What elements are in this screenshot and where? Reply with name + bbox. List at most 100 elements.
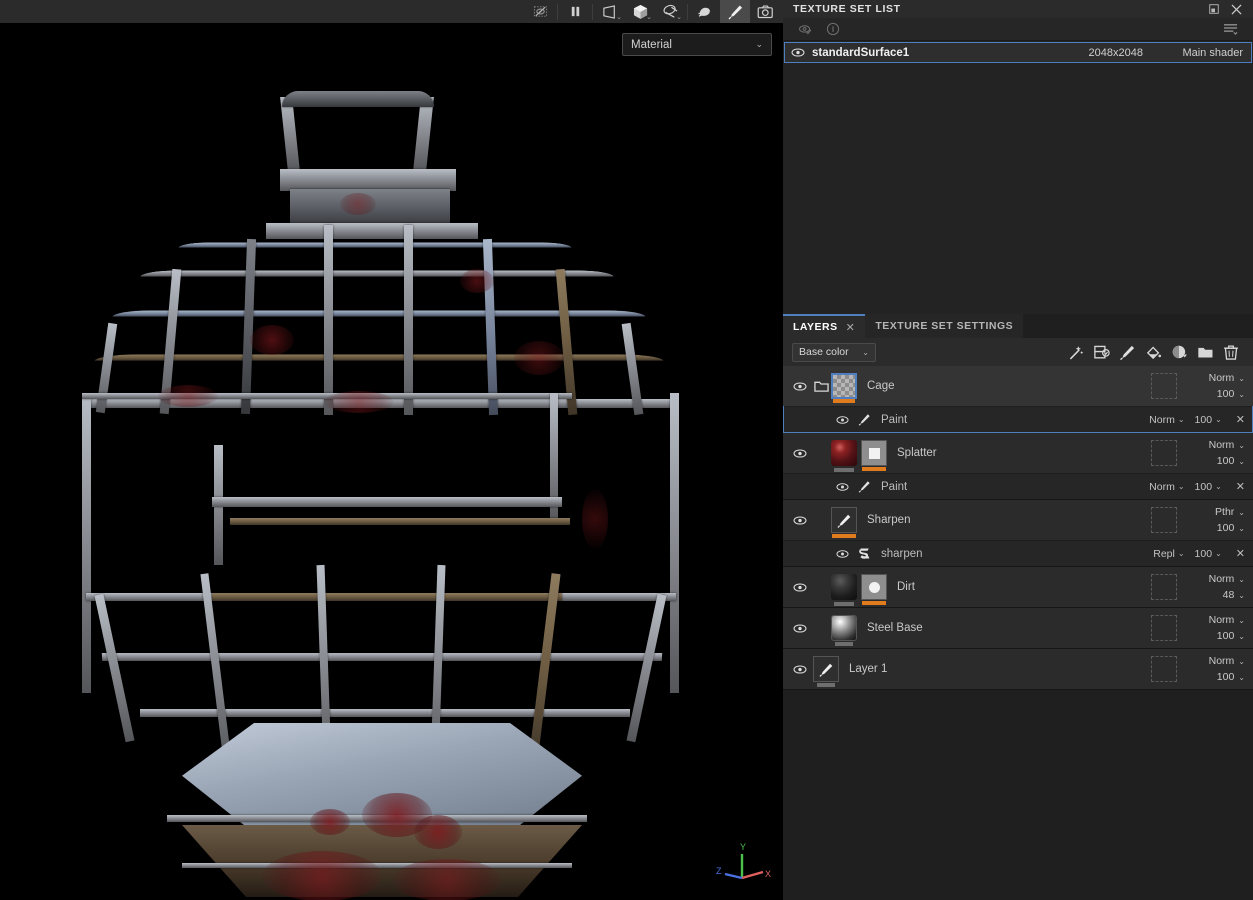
layer-name[interactable]: Cage: [861, 380, 1151, 392]
add-fill-layer-icon[interactable]: [1140, 339, 1166, 365]
effect-name[interactable]: Paint: [875, 414, 1139, 426]
mask-placeholder[interactable]: [1151, 656, 1177, 682]
blend-mode-dropdown[interactable]: Norm ⌄: [1209, 653, 1245, 669]
layer-thumbnail[interactable]: [831, 574, 857, 606]
view-mode-3d-icon[interactable]: ⌄: [625, 0, 655, 23]
opacity-dropdown[interactable]: 48 ⌄: [1223, 587, 1245, 603]
remove-effect-icon[interactable]: ✕: [1236, 480, 1245, 493]
effect-opacity-dropdown[interactable]: 100 ⌄: [1195, 548, 1222, 560]
layer-row-layer-1[interactable]: Layer 1 Norm ⌄ 100 ⌄: [783, 649, 1253, 689]
layer-thumbnail[interactable]: [831, 507, 857, 538]
visibility-eye-icon[interactable]: [789, 623, 811, 634]
visibility-eye-icon[interactable]: [791, 47, 809, 58]
effect-opacity-dropdown[interactable]: 100 ⌄: [1195, 481, 1222, 493]
toggle-uv-overlay-icon[interactable]: [525, 0, 555, 23]
screenshot-icon[interactable]: [750, 0, 780, 23]
blend-mode-dropdown[interactable]: Norm ⌄: [1209, 612, 1245, 628]
visibility-eye-icon[interactable]: [831, 549, 853, 559]
mask-placeholder[interactable]: [1151, 507, 1177, 533]
visibility-eye-icon[interactable]: [789, 515, 811, 526]
layer-thumbnail[interactable]: [831, 373, 857, 403]
opacity-dropdown[interactable]: 100 ⌄: [1217, 453, 1245, 469]
effect-name[interactable]: Paint: [875, 481, 1139, 493]
tab-texture-set-settings[interactable]: TEXTURE SET SETTINGS: [865, 314, 1024, 338]
tab-close-icon[interactable]: ✕: [846, 321, 856, 334]
layer-row-dirt[interactable]: Dirt Norm ⌄ 48 ⌄: [783, 567, 1253, 607]
layer-group-splatter: Splatter Norm ⌄ 100 ⌄ Paint Norm ⌄ 100 ⌄…: [783, 433, 1253, 500]
pause-engine-icon[interactable]: [560, 0, 590, 23]
channel-indicator-bar: [834, 468, 854, 472]
add-smart-mask-icon[interactable]: [1088, 339, 1114, 365]
layer-row-cage[interactable]: Cage Norm ⌄ 100 ⌄: [783, 366, 1253, 406]
layer-name[interactable]: Layer 1: [843, 663, 1151, 675]
layer-mask-thumbnail[interactable]: [861, 574, 887, 605]
visibility-eye-icon[interactable]: [789, 381, 811, 392]
visibility-eye-icon[interactable]: [789, 664, 811, 675]
visibility-eye-icon[interactable]: [789, 448, 811, 459]
blend-mode-dropdown[interactable]: Pthr ⌄: [1215, 504, 1245, 520]
chevron-down-icon: ⌄: [1238, 590, 1245, 600]
layer-thumbnail[interactable]: [831, 615, 857, 646]
3d-viewport[interactable]: ⌄ ⌄ ⌄ Material ⌄ Y X Z: [0, 0, 783, 900]
eye-check-icon[interactable]: [791, 18, 819, 41]
layer-name[interactable]: Splatter: [891, 447, 1151, 459]
layer-thumbnail[interactable]: [831, 440, 857, 472]
delete-layer-icon[interactable]: [1218, 339, 1244, 365]
layer-name[interactable]: Dirt: [891, 581, 1151, 593]
camera-view-icon[interactable]: ⌄: [595, 0, 625, 23]
tab-layers[interactable]: LAYERS ✕: [783, 314, 866, 338]
display-settings-icon[interactable]: ⌄: [655, 0, 685, 23]
layer-row-splatter[interactable]: Splatter Norm ⌄ 100 ⌄: [783, 433, 1253, 473]
close-icon[interactable]: [1225, 0, 1247, 18]
mask-placeholder[interactable]: [1151, 373, 1177, 399]
material-dropdown[interactable]: Material ⌄: [622, 33, 772, 56]
layer-name[interactable]: Sharpen: [861, 514, 1151, 526]
opacity-dropdown[interactable]: 100 ⌄: [1217, 520, 1245, 536]
mask-placeholder[interactable]: [1151, 615, 1177, 641]
add-folder-icon[interactable]: [1192, 339, 1218, 365]
add-paint-layer-icon[interactable]: [1114, 339, 1140, 365]
mask-placeholder[interactable]: [1151, 440, 1177, 466]
add-smart-material-icon[interactable]: [1062, 339, 1088, 365]
visibility-eye-icon[interactable]: [789, 582, 811, 593]
channel-indicator-bar: [834, 602, 854, 606]
mask-placeholder[interactable]: [1151, 574, 1177, 600]
layers-panel-tabs: LAYERS ✕ TEXTURE SET SETTINGS: [783, 314, 1253, 338]
layer-mask-thumbnail[interactable]: [861, 440, 887, 471]
info-icon[interactable]: [819, 18, 847, 41]
environment-icon[interactable]: [690, 0, 720, 23]
blend-mode-dropdown[interactable]: Norm ⌄: [1209, 370, 1245, 386]
list-menu-icon[interactable]: [1217, 18, 1245, 41]
effect-blend-dropdown[interactable]: Norm ⌄: [1149, 481, 1184, 493]
layer-row-steel-base[interactable]: Steel Base Norm ⌄ 100 ⌄: [783, 608, 1253, 648]
effect-name[interactable]: sharpen: [875, 548, 1143, 560]
restore-icon[interactable]: [1203, 0, 1225, 18]
layer-name[interactable]: Steel Base: [861, 622, 1151, 634]
remove-effect-icon[interactable]: ✕: [1236, 547, 1245, 560]
opacity-dropdown[interactable]: 100 ⌄: [1217, 669, 1245, 685]
effect-opacity-dropdown[interactable]: 100 ⌄: [1195, 414, 1222, 426]
add-adjustment-layer-icon[interactable]: [1166, 339, 1192, 365]
effect-row-cage-paint[interactable]: Paint Norm ⌄ 100 ⌄ ✕: [783, 406, 1253, 432]
opacity-dropdown[interactable]: 100 ⌄: [1217, 628, 1245, 644]
layer-group-cage: Cage Norm ⌄ 100 ⌄ Paint Norm ⌄ 100 ⌄ ✕: [783, 366, 1253, 433]
remove-effect-icon[interactable]: ✕: [1236, 413, 1245, 426]
layer-row-sharpen[interactable]: Sharpen Pthr ⌄ 100 ⌄: [783, 500, 1253, 540]
effect-row-splatter-paint[interactable]: Paint Norm ⌄ 100 ⌄ ✕: [783, 473, 1253, 499]
effect-blend-dropdown[interactable]: Norm ⌄: [1149, 414, 1184, 426]
folder-icon[interactable]: [811, 380, 831, 393]
channel-selector[interactable]: Base color ⌄: [792, 342, 876, 362]
texture-set-row[interactable]: standardSurface1 2048x2048 Main shader: [784, 42, 1252, 63]
opacity-dropdown[interactable]: 100 ⌄: [1217, 386, 1245, 402]
blend-mode-dropdown[interactable]: Norm ⌄: [1209, 571, 1245, 587]
paint-tool-icon[interactable]: [720, 0, 750, 23]
visibility-eye-icon[interactable]: [831, 415, 853, 425]
effect-row-sharpen-filter[interactable]: sharpen Repl ⌄ 100 ⌄ ✕: [783, 540, 1253, 566]
visibility-eye-icon[interactable]: [831, 482, 853, 492]
opacity-value: 100: [1216, 630, 1235, 642]
layers-list[interactable]: Cage Norm ⌄ 100 ⌄ Paint Norm ⌄ 100 ⌄ ✕ S…: [783, 366, 1253, 900]
effect-blend-dropdown[interactable]: Repl ⌄: [1153, 548, 1184, 560]
blend-mode-dropdown[interactable]: Norm ⌄: [1209, 437, 1245, 453]
layer-thumbnail[interactable]: [813, 656, 839, 687]
layers-empty-area[interactable]: [783, 690, 1253, 870]
